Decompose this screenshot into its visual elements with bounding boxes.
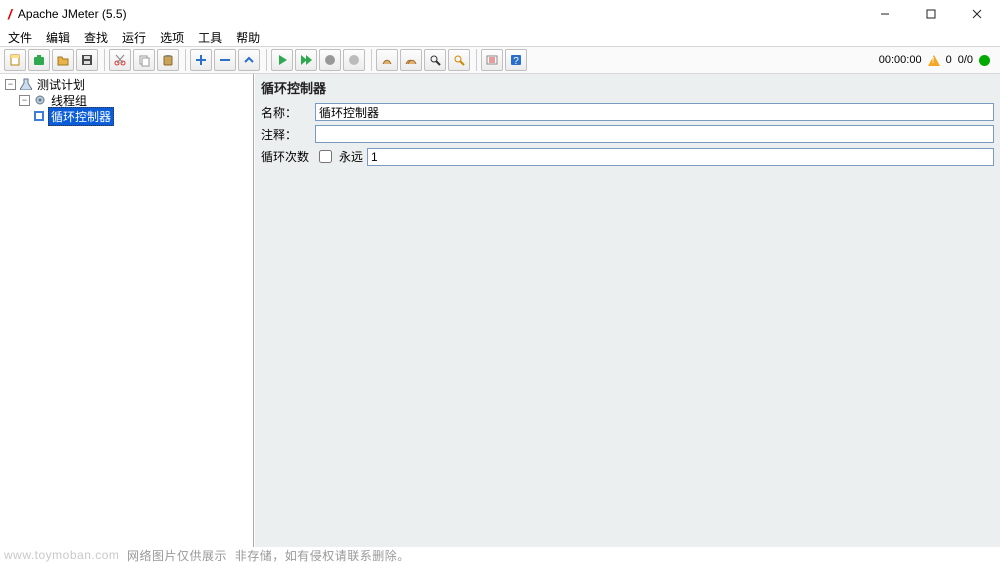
collapse-icon[interactable]: − <box>19 95 30 106</box>
shutdown-icon[interactable] <box>343 49 365 71</box>
paste-icon[interactable] <box>157 49 179 71</box>
menu-file[interactable]: 文件 <box>6 29 34 46</box>
copy-icon[interactable] <box>133 49 155 71</box>
watermark-note1: 网络图片仅供展示 <box>127 547 227 564</box>
collapse-icon[interactable]: − <box>5 79 16 90</box>
loop-count-field[interactable] <box>367 148 994 166</box>
menu-run[interactable]: 运行 <box>120 29 148 46</box>
minimize-button[interactable] <box>862 0 908 28</box>
app-icon: / <box>8 6 12 22</box>
function-helper-icon[interactable] <box>481 49 503 71</box>
threads-total: 0/0 <box>958 54 973 66</box>
comment-field[interactable] <box>315 125 994 143</box>
window-title: Apache JMeter (5.5) <box>18 7 127 21</box>
reset-search-icon[interactable] <box>448 49 470 71</box>
tree-node-testplan[interactable]: − 测试计划 <box>2 76 253 92</box>
maximize-button[interactable] <box>908 0 954 28</box>
watermark-note2: 非存储，如有侵权请联系删除。 <box>235 547 410 564</box>
name-label: 名称： <box>261 104 311 121</box>
name-field[interactable] <box>315 103 994 121</box>
open-icon[interactable] <box>52 49 74 71</box>
start-no-pause-icon[interactable] <box>295 49 317 71</box>
toolbar: ? 00:00:00 0 0/0 <box>0 46 1000 74</box>
status-bar: 00:00:00 0 0/0 <box>879 54 996 66</box>
tree-pane[interactable]: − 测试计划 − 线程组 循环控制器 <box>0 74 254 547</box>
save-icon[interactable] <box>76 49 98 71</box>
forever-checkbox[interactable] <box>319 150 332 163</box>
svg-text:?: ? <box>513 56 519 67</box>
help-icon[interactable]: ? <box>505 49 527 71</box>
start-icon[interactable] <box>271 49 293 71</box>
clear-icon[interactable] <box>376 49 398 71</box>
close-button[interactable] <box>954 0 1000 28</box>
cut-icon[interactable] <box>109 49 131 71</box>
threads-active: 0 <box>946 54 952 66</box>
menubar: 文件 编辑 查找 运行 选项 工具 帮助 <box>0 28 1000 46</box>
toggle-icon[interactable] <box>238 49 260 71</box>
collapse-icon[interactable] <box>214 49 236 71</box>
beaker-icon <box>19 77 33 91</box>
tree-node-loopcontroller[interactable]: 循环控制器 <box>2 108 253 124</box>
menu-edit[interactable]: 编辑 <box>44 29 72 46</box>
forever-label: 永远 <box>339 148 363 165</box>
watermark: www.toymoban.com 网络图片仅供展示 非存储，如有侵权请联系删除。 <box>0 547 1000 563</box>
menu-help[interactable]: 帮助 <box>234 29 262 46</box>
run-indicator-icon <box>979 55 990 66</box>
tree-node-threadgroup[interactable]: − 线程组 <box>2 92 253 108</box>
tree-node-label: 循环控制器 <box>48 107 114 126</box>
expand-icon[interactable] <box>190 49 212 71</box>
watermark-site: www.toymoban.com <box>4 548 119 562</box>
menu-tools[interactable]: 工具 <box>196 29 224 46</box>
search-icon[interactable] <box>424 49 446 71</box>
stop-icon[interactable] <box>319 49 341 71</box>
gear-icon <box>33 93 47 107</box>
titlebar: / Apache JMeter (5.5) <box>0 0 1000 28</box>
menu-options[interactable]: 选项 <box>158 29 186 46</box>
tree-node-label: 测试计划 <box>35 76 87 93</box>
warning-icon[interactable] <box>928 55 940 66</box>
templates-icon[interactable] <box>28 49 50 71</box>
comment-label: 注释： <box>261 126 311 143</box>
loop-count-label: 循环次数 <box>261 148 311 165</box>
loop-controller-icon <box>32 109 46 123</box>
new-file-icon[interactable] <box>4 49 26 71</box>
panel-title: 循环控制器 <box>255 74 1000 101</box>
editor-pane: 循环控制器 名称： 注释： 循环次数 永远 <box>254 74 1000 547</box>
menu-search[interactable]: 查找 <box>82 29 110 46</box>
elapsed-time: 00:00:00 <box>879 54 922 66</box>
clear-all-icon[interactable] <box>400 49 422 71</box>
workspace: − 测试计划 − 线程组 循环控制器 循环控制器 名称： 注释： <box>0 74 1000 547</box>
